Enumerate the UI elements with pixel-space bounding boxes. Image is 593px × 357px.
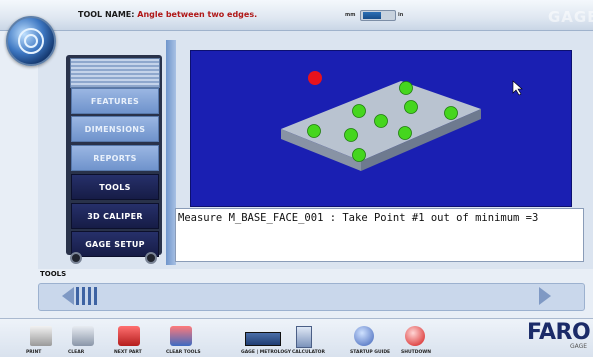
toolbar-label-shutdown[interactable]: SHUTDOWN — [401, 350, 431, 355]
toolbar-label-clear-tools[interactable]: CLEAR TOOLS — [166, 350, 201, 355]
unit-mm-label: mm — [345, 12, 356, 18]
tools-label: TOOLS — [40, 270, 67, 278]
printer-icon[interactable] — [30, 326, 52, 346]
mouse-cursor-icon — [512, 80, 523, 96]
faro-logo: FARO — [527, 320, 591, 345]
toolbar-label-next-part[interactable]: NEXT PART — [114, 350, 142, 355]
toolbar-label-print[interactable]: PRINT — [26, 350, 41, 355]
clear-tools-icon[interactable] — [170, 326, 192, 346]
shutdown-icon[interactable] — [405, 326, 425, 346]
tool-name-value: Angle between two edges. — [137, 10, 258, 19]
nav-reports-button[interactable]: REPORTS — [71, 145, 159, 171]
measured-point[interactable] — [399, 81, 413, 95]
cart-wheel-icon — [70, 252, 82, 264]
viewport-scene — [281, 71, 523, 171]
calculator-icon[interactable] — [296, 326, 312, 348]
nav-features-button[interactable]: FEATURES — [71, 88, 159, 114]
toolbar-label-startup-guide[interactable]: STARTUP GUIDE — [350, 350, 390, 355]
tool-name: TOOL NAME: Angle between two edges. — [78, 10, 257, 19]
measured-point[interactable] — [352, 104, 366, 118]
logo-ring-inner — [24, 34, 38, 48]
help-icon[interactable] — [354, 326, 374, 346]
cart-wheel-icon — [145, 252, 157, 264]
measured-point[interactable] — [374, 114, 388, 128]
nav-dimensions-button[interactable]: DIMENSIONS — [71, 116, 159, 142]
unit-toggle[interactable] — [360, 10, 396, 21]
measured-point[interactable] — [444, 106, 458, 120]
instruction-message: Measure M_BASE_FACE_001 : Take Point #1 … — [178, 212, 539, 224]
brand-watermark: GAGE — [548, 8, 593, 26]
clear-icon[interactable] — [72, 326, 94, 346]
measured-point[interactable] — [352, 148, 366, 162]
mode-switch-icon[interactable] — [245, 332, 281, 346]
3d-viewport[interactable] — [190, 50, 572, 207]
unit-in-label: in — [398, 12, 404, 18]
measured-point[interactable] — [344, 128, 358, 142]
next-part-icon[interactable] — [118, 326, 140, 346]
nav-tools-button[interactable]: TOOLS — [71, 174, 159, 200]
app-logo-icon[interactable] — [6, 16, 56, 66]
measured-point[interactable] — [307, 124, 321, 138]
active-probe-point[interactable] — [308, 71, 322, 85]
toolbar-label-clear[interactable]: CLEAR — [68, 350, 84, 355]
unit-toggle-knob — [363, 12, 381, 19]
tool-name-label: TOOL NAME: — [78, 10, 135, 19]
nav-header-grille — [70, 58, 160, 88]
faro-logo-sub: GAGE — [570, 343, 588, 350]
nav-3d-caliper-button[interactable]: 3D CALIPER — [71, 203, 159, 229]
measured-point[interactable] — [404, 100, 418, 114]
tools-scroll-strip[interactable] — [38, 283, 585, 311]
tools-scroll-handle[interactable] — [76, 287, 100, 305]
measured-point[interactable] — [398, 126, 412, 140]
toolbar-label-calculator[interactable]: CALCULATOR — [292, 350, 325, 355]
toolbar-label-gage-metrology[interactable]: GAGE | METROLOGY — [241, 350, 291, 355]
